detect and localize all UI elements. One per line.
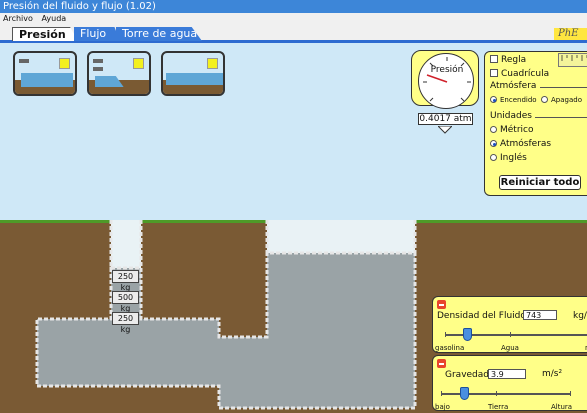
atmosphere-title: Atmósfera bbox=[490, 81, 537, 91]
collapse-icon[interactable] bbox=[437, 359, 446, 368]
scene-thumbnail-3[interactable] bbox=[161, 51, 225, 96]
scene-thumbnail-1[interactable] bbox=[13, 51, 77, 96]
tick bbox=[496, 391, 497, 396]
phet-logo: PhE bbox=[554, 28, 587, 40]
weight-block-middle[interactable]: 500 kg bbox=[112, 291, 139, 313]
atmosphere-radio-off[interactable]: Apagado bbox=[541, 94, 582, 106]
scene-thumbnail-2[interactable] bbox=[87, 51, 151, 96]
ruler-checkbox[interactable]: Regla bbox=[490, 54, 526, 66]
fluid-density-panel: Densidad del Fluido 743 kg/ gasolina Agu… bbox=[432, 296, 587, 353]
menu-bar: Archivo Ayuda bbox=[0, 13, 587, 24]
tick bbox=[510, 332, 511, 337]
faucet-icon bbox=[19, 59, 29, 63]
density-label: Densidad del Fluido bbox=[437, 311, 526, 321]
tick-label-bajo: bajo bbox=[435, 403, 450, 411]
tick bbox=[570, 391, 571, 396]
menu-ayuda[interactable]: Ayuda bbox=[41, 14, 66, 23]
gravity-input[interactable]: 3.9 bbox=[488, 369, 526, 379]
unit-atm-radio[interactable]: Atmósferas bbox=[490, 138, 551, 150]
grass-left bbox=[0, 220, 111, 223]
unit-metric-radio[interactable]: Métrico bbox=[490, 124, 534, 136]
checkbox-icon bbox=[490, 55, 498, 63]
gravity-panel: Gravedad 3.9 m/s² bajo Tierra Altura bbox=[432, 355, 587, 411]
square-icon bbox=[133, 58, 144, 69]
thumb-water bbox=[166, 73, 223, 85]
ruler-icon bbox=[558, 53, 587, 67]
radio-selected-icon bbox=[490, 140, 497, 147]
gravity-unit: m/s² bbox=[542, 369, 563, 379]
radio-selected-icon bbox=[490, 96, 497, 103]
gravity-slider-knob[interactable] bbox=[459, 387, 469, 400]
square-icon bbox=[59, 58, 70, 69]
density-input[interactable]: 743 bbox=[523, 310, 557, 320]
gauge-needle-icon bbox=[426, 74, 448, 83]
atmosphere-radio-on[interactable]: Encendido bbox=[490, 94, 537, 106]
tab-presion[interactable]: Presión bbox=[12, 27, 78, 41]
tick bbox=[445, 332, 446, 337]
tick-label-altura: Altura bbox=[551, 403, 573, 411]
faucet-icon bbox=[93, 67, 103, 71]
gauge-title: Presión bbox=[430, 65, 464, 75]
divider bbox=[535, 117, 587, 118]
square-icon bbox=[207, 58, 218, 69]
gauge-readout: 0.4017 atm bbox=[418, 113, 473, 125]
ruler-ticks-icon bbox=[561, 55, 587, 61]
gauge-ticks-icon bbox=[423, 57, 471, 102]
gauge-dial: Presión bbox=[418, 53, 474, 109]
collapse-icon[interactable] bbox=[437, 300, 446, 309]
tab-flujo[interactable]: Flujo bbox=[74, 27, 120, 41]
tab-torre-de-agua[interactable]: Torre de agua bbox=[116, 27, 202, 41]
units-title: Unidades bbox=[490, 111, 532, 121]
radio-icon bbox=[541, 96, 548, 103]
thumb-water bbox=[21, 73, 73, 87]
checkbox-icon bbox=[490, 69, 498, 77]
gravity-label: Gravedad bbox=[445, 370, 489, 380]
grid-checkbox[interactable]: Cuadrícula bbox=[490, 68, 549, 80]
weight-block-bottom[interactable]: 250 kg bbox=[112, 312, 139, 334]
density-slider-knob[interactable] bbox=[463, 328, 472, 341]
tick-label-agua: Agua bbox=[501, 344, 519, 352]
weight-block-top[interactable]: 250 kg bbox=[112, 270, 139, 292]
tick-label-gasolina: gasolina bbox=[435, 344, 465, 352]
reset-all-button[interactable]: Reiniciar todo bbox=[499, 175, 581, 190]
unit-english-radio[interactable]: Inglés bbox=[490, 152, 527, 164]
menu-archivo[interactable]: Archivo bbox=[3, 14, 33, 23]
divider bbox=[540, 87, 587, 88]
tick bbox=[441, 391, 442, 396]
right-shaft-air bbox=[267, 220, 415, 253]
left-shaft-air bbox=[111, 220, 141, 268]
grass-middle bbox=[141, 220, 267, 223]
window-title: Presión del fluido y flujo (1.02) bbox=[0, 0, 587, 13]
pressure-gauge[interactable]: Presión 0.4017 atm bbox=[411, 50, 479, 134]
grass-right bbox=[415, 220, 587, 223]
gauge-pointer-icon bbox=[438, 126, 452, 134]
faucet-icon bbox=[93, 59, 103, 63]
radio-icon bbox=[490, 154, 497, 161]
density-unit: kg/ bbox=[573, 311, 587, 321]
tick-label-tierra: Tierra bbox=[488, 403, 509, 411]
radio-icon bbox=[490, 126, 497, 133]
